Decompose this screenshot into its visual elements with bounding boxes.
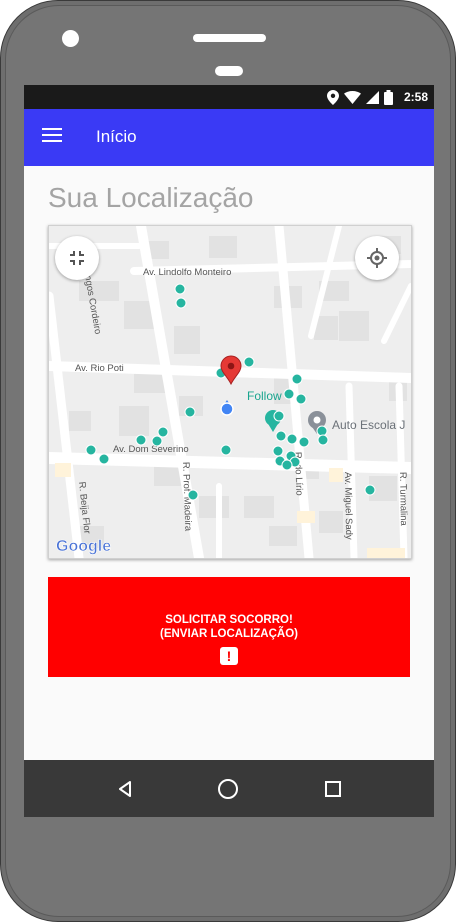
screen: 2:58 Início Sua Localização Av. Lindolfo… bbox=[24, 85, 434, 817]
status-bar: 2:58 bbox=[24, 85, 434, 109]
navigation-bar bbox=[24, 760, 434, 817]
sos-label-line2: (ENVIAR LOCALIZAÇÃO) bbox=[160, 628, 298, 640]
sos-button[interactable]: SOLICITAR SOCORRO! (ENVIAR LOCALIZAÇÃO) … bbox=[48, 577, 410, 677]
street-label-turmalina: R. Turmalina bbox=[397, 472, 409, 527]
camera-icon bbox=[62, 30, 79, 47]
back-icon[interactable] bbox=[112, 776, 138, 802]
place-label-follow: Follow bbox=[247, 389, 282, 403]
street-label-rio-poti: Av. Rio Poti bbox=[75, 363, 124, 374]
location-icon bbox=[326, 89, 339, 105]
battery-icon bbox=[383, 89, 393, 105]
app-bar: Início bbox=[24, 109, 434, 166]
sensor bbox=[215, 66, 243, 76]
status-time: 2:58 bbox=[403, 90, 428, 104]
alert-icon: ! bbox=[220, 647, 238, 665]
map-view[interactable]: Av. Lindolfo Monteiro Av. Rio Poti Av. D… bbox=[48, 225, 412, 559]
app-bar-title: Início bbox=[96, 127, 137, 146]
street-label-lindolfo: Av. Lindolfo Monteiro bbox=[143, 267, 231, 278]
exit-fullscreen-icon[interactable] bbox=[55, 236, 99, 280]
street-label-miguel-sady: Av. Miguel Sady bbox=[342, 472, 354, 540]
street-label-dom-severino: Av. Dom Severino bbox=[113, 444, 189, 455]
google-logo: Google bbox=[56, 538, 111, 555]
speaker-grille bbox=[193, 34, 266, 42]
status-icons: 2:58 bbox=[326, 88, 428, 106]
section-title: Sua Localização bbox=[48, 182, 254, 213]
recents-icon[interactable] bbox=[320, 776, 346, 802]
sos-label-line1: SOLICITAR SOCORRO! bbox=[165, 614, 293, 626]
hamburger-menu-icon[interactable] bbox=[42, 128, 62, 146]
home-icon[interactable] bbox=[215, 776, 241, 802]
wifi-icon bbox=[343, 90, 361, 104]
signal-icon bbox=[365, 90, 379, 104]
my-location-icon[interactable] bbox=[355, 236, 399, 280]
place-label-autoescola: Auto Escola J bbox=[332, 418, 405, 432]
phone-frame: 2:58 Início Sua Localização Av. Lindolfo… bbox=[0, 0, 456, 922]
